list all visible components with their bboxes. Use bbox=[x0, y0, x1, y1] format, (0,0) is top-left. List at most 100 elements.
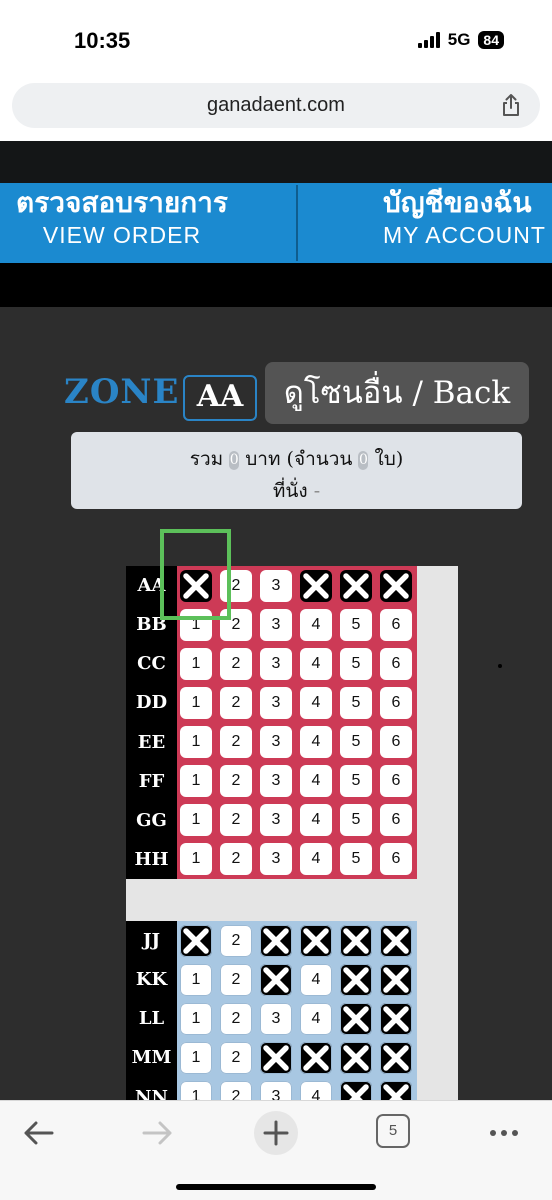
seat-available[interactable]: 2 bbox=[220, 647, 252, 680]
seat-available[interactable]: 2 bbox=[220, 686, 252, 719]
seat-unavailable bbox=[180, 924, 212, 957]
seat-available[interactable]: 6 bbox=[380, 608, 412, 641]
cross-icon bbox=[263, 966, 289, 993]
seat-available[interactable]: 1 bbox=[180, 647, 212, 680]
summary-total-prefix: รวม bbox=[189, 448, 224, 470]
summary-total-amount: 0 bbox=[229, 451, 240, 470]
row-label: GG bbox=[126, 800, 177, 840]
seat-available[interactable]: 1 bbox=[180, 804, 212, 837]
cross-icon bbox=[263, 1045, 289, 1071]
seat-available[interactable]: 4 bbox=[300, 963, 332, 996]
cross-icon bbox=[343, 1045, 369, 1071]
seat-available[interactable]: 3 bbox=[260, 1002, 292, 1035]
seat-available[interactable]: 2 bbox=[220, 1041, 252, 1074]
seat-unavailable bbox=[260, 1041, 292, 1074]
nav-view-order[interactable]: ตรวจสอบรายการ VIEW ORDER bbox=[0, 183, 252, 263]
row-label: JJ bbox=[126, 921, 177, 961]
seat-available[interactable]: 6 bbox=[380, 686, 412, 719]
seat-available[interactable]: 5 bbox=[340, 647, 372, 680]
seat-available[interactable]: 1 bbox=[180, 765, 212, 798]
more-icon[interactable] bbox=[482, 1111, 526, 1155]
seat-available[interactable]: 3 bbox=[260, 686, 292, 719]
order-summary: รวม 0 บาท (จำนวน 0 ใบ) ที่นั่ง - bbox=[71, 432, 522, 509]
seat-unavailable bbox=[380, 1002, 412, 1035]
nav-my-account-english: MY ACCOUNT bbox=[383, 222, 546, 248]
seat-available[interactable]: 4 bbox=[300, 804, 332, 837]
tab-switcher-button[interactable]: 5 bbox=[376, 1114, 410, 1148]
seat-available[interactable]: 5 bbox=[340, 843, 372, 876]
seat-unavailable bbox=[300, 1041, 332, 1074]
seat-available[interactable]: 6 bbox=[380, 647, 412, 680]
site-black-band bbox=[0, 263, 552, 307]
tab-count: 5 bbox=[388, 1122, 398, 1139]
seat-available[interactable]: 3 bbox=[260, 569, 292, 602]
seat-available[interactable]: 4 bbox=[300, 1002, 332, 1035]
seat-available[interactable]: 4 bbox=[300, 647, 332, 680]
back-button[interactable]: ดูโซนอื่น / Back bbox=[265, 362, 529, 424]
summary-ticket-count: 0 bbox=[358, 451, 369, 470]
seat-available[interactable]: 3 bbox=[260, 608, 292, 641]
seat-available[interactable]: 1 bbox=[180, 726, 212, 759]
summary-tickets-suffix: ใบ) bbox=[374, 448, 404, 470]
seat-available[interactable]: 2 bbox=[220, 765, 252, 798]
cross-icon bbox=[303, 927, 329, 954]
seat-available[interactable]: 5 bbox=[340, 608, 372, 641]
seat-map: AA 2 3 BB 1 2 3 4 5 6 CC 1 2 3 4 5 6 DD 1 2 3 4 5 6 EE 1 2 3 4 5 6 FF 1 2… bbox=[126, 566, 458, 1117]
summary-baht: บาท (จำนวน bbox=[245, 448, 353, 470]
seat-available[interactable]: 3 bbox=[260, 804, 292, 837]
seat-available[interactable]: 5 bbox=[340, 804, 372, 837]
seat-available[interactable]: 6 bbox=[380, 726, 412, 759]
seat-available[interactable]: 2 bbox=[220, 963, 252, 996]
screen: 10:35 5G 84 ganadaent.com ตรวจสอบรายการ … bbox=[0, 0, 552, 1200]
seat-available[interactable]: 5 bbox=[340, 765, 372, 798]
back-arrow-icon[interactable] bbox=[16, 1111, 60, 1155]
seat-unavailable bbox=[340, 1002, 372, 1035]
new-tab-icon[interactable] bbox=[253, 1110, 299, 1156]
seat-available[interactable]: 4 bbox=[300, 726, 332, 759]
stray-dot bbox=[498, 664, 502, 668]
seat-available[interactable]: 5 bbox=[340, 686, 372, 719]
seat-available[interactable]: 1 bbox=[180, 1041, 212, 1074]
row-label: DD bbox=[126, 683, 177, 723]
selection-highlight bbox=[160, 529, 231, 620]
seat-available[interactable]: 3 bbox=[260, 765, 292, 798]
seat-available[interactable]: 4 bbox=[300, 686, 332, 719]
row-label: HH bbox=[126, 839, 177, 880]
cross-icon bbox=[383, 1006, 409, 1032]
row-label: MM bbox=[126, 1038, 177, 1078]
seat-available[interactable]: 6 bbox=[380, 843, 412, 876]
seat-available[interactable]: 2 bbox=[220, 924, 252, 957]
seat-available[interactable]: 4 bbox=[300, 843, 332, 876]
row-label: EE bbox=[126, 722, 177, 762]
cross-icon bbox=[343, 927, 369, 954]
seat-unavailable bbox=[340, 1041, 372, 1074]
seat-available[interactable]: 3 bbox=[260, 726, 292, 759]
seat-available[interactable]: 6 bbox=[380, 765, 412, 798]
address-bar[interactable]: ganadaent.com bbox=[12, 83, 540, 128]
summary-seat-prefix: ที่นั่ง bbox=[272, 480, 308, 502]
forward-arrow-icon[interactable] bbox=[136, 1111, 180, 1155]
seat-available[interactable]: 6 bbox=[380, 804, 412, 837]
seat-available[interactable]: 1 bbox=[180, 686, 212, 719]
cross-icon bbox=[343, 572, 369, 599]
seat-available[interactable]: 1 bbox=[180, 843, 212, 876]
seat-available[interactable]: 1 bbox=[180, 1002, 212, 1035]
seat-available[interactable]: 4 bbox=[300, 765, 332, 798]
seat-available[interactable]: 2 bbox=[220, 843, 252, 876]
seat-unavailable bbox=[260, 924, 292, 957]
site-nav: ตรวจสอบรายการ VIEW ORDER บัญชีของฉัน MY … bbox=[0, 183, 552, 263]
battery-icon: 84 bbox=[478, 31, 504, 49]
seat-available[interactable]: 3 bbox=[260, 647, 292, 680]
seat-available[interactable]: 1 bbox=[180, 963, 212, 996]
nav-my-account-thai: บัญชีของฉัน bbox=[383, 186, 532, 219]
seat-available[interactable]: 2 bbox=[220, 726, 252, 759]
seat-available[interactable]: 5 bbox=[340, 726, 372, 759]
seat-available[interactable]: 2 bbox=[220, 1002, 252, 1035]
seat-available[interactable]: 3 bbox=[260, 843, 292, 876]
cross-icon bbox=[383, 966, 409, 993]
seat-available[interactable]: 2 bbox=[220, 804, 252, 837]
seat-available[interactable]: 4 bbox=[300, 608, 332, 641]
share-icon[interactable] bbox=[500, 93, 522, 117]
summary-seats: - bbox=[313, 480, 321, 502]
nav-my-account[interactable]: บัญชีของฉัน MY ACCOUNT bbox=[383, 183, 552, 263]
